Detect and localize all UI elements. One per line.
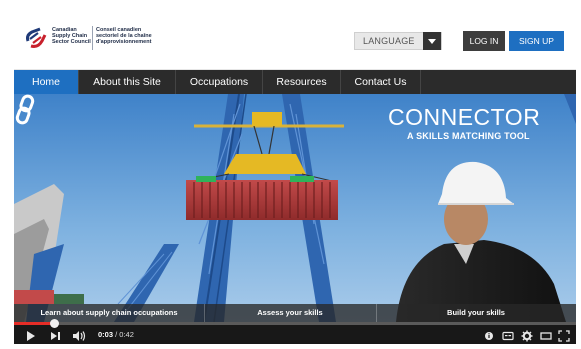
nav-item-resources[interactable]: Resources	[263, 70, 341, 94]
cta-assess-skills[interactable]: Assess your skills	[204, 304, 376, 322]
logo-en-line: Sector Council	[52, 39, 91, 46]
nav-item-contact[interactable]: Contact Us	[341, 70, 421, 94]
video-controls: 0:03 / 0:42	[14, 319, 576, 344]
next-icon[interactable]	[50, 330, 62, 342]
logo-divider	[92, 26, 93, 50]
signup-button[interactable]: SIGN UP	[509, 31, 564, 51]
site-logo[interactable]: Canadian Supply Chain Sector Council Con…	[24, 26, 164, 54]
language-select-label: LANGUAGE	[363, 36, 415, 46]
video-frame: Canadian Supply Chain Sector Council Con…	[14, 8, 576, 344]
video-time: 0:03 / 0:42	[98, 330, 134, 339]
logo-text-english: Canadian Supply Chain Sector Council	[52, 27, 92, 46]
cta-strip: Learn about supply chain occupations Ass…	[14, 304, 576, 322]
chain-link-icon	[15, 94, 35, 125]
brand-title: CONNECTOR	[388, 104, 541, 130]
progress-bar[interactable]	[14, 319, 576, 328]
language-select[interactable]: LANGUAGE	[354, 32, 442, 50]
current-time: 0:03	[98, 330, 114, 339]
nav-item-occupations[interactable]: Occupations	[176, 70, 263, 94]
settings-icon[interactable]	[521, 330, 533, 342]
logo-mark-icon	[26, 27, 47, 48]
chevron-down-icon[interactable]	[423, 32, 441, 50]
progress-fill	[14, 322, 54, 325]
nav-item-home[interactable]: Home	[14, 70, 79, 94]
progress-scrubber[interactable]	[50, 319, 59, 328]
fullscreen-icon[interactable]	[558, 330, 570, 342]
logo-text-french: Conseil canadien sectoriel de la chaîne …	[96, 27, 166, 46]
play-icon[interactable]	[26, 330, 36, 342]
cta-build-skills[interactable]: Build your skills	[376, 304, 576, 322]
nav-item-about[interactable]: About this Site	[79, 70, 176, 94]
site-header: Canadian Supply Chain Sector Council Con…	[14, 8, 576, 70]
duration: 0:42	[119, 330, 134, 339]
info-icon[interactable]	[484, 330, 494, 342]
cta-learn-occupations[interactable]: Learn about supply chain occupations	[14, 304, 204, 322]
volume-icon[interactable]	[72, 330, 86, 342]
theater-icon[interactable]	[540, 330, 552, 342]
main-nav: Home About this Site Occupations Resourc…	[14, 70, 576, 94]
login-button[interactable]: LOG IN	[463, 31, 505, 51]
logo-fr-line: d'approvisionnement	[96, 39, 152, 46]
captions-icon[interactable]	[502, 330, 514, 342]
brand-subtitle: A SKILLS MATCHING TOOL	[407, 131, 530, 141]
hero-banner: CONNECTOR A SKILLS MATCHING TOOL Learn a…	[14, 94, 576, 322]
